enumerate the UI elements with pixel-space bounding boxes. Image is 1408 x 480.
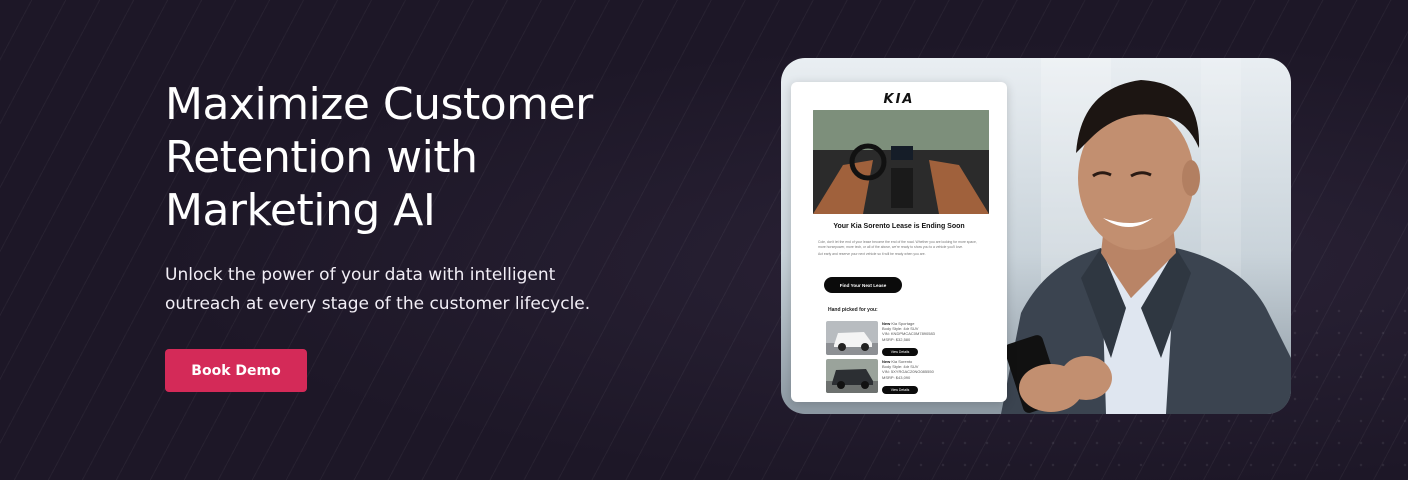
vehicle-info: New Kia Sorento Body Style: 4dr SUV VIN:… (882, 359, 934, 380)
view-details-button[interactable]: View Details (882, 386, 918, 394)
email-body-paragraph: Cole, don't let the end of your lease be… (818, 240, 977, 249)
book-demo-button[interactable]: Book Demo (165, 349, 307, 392)
hero-subtitle: Unlock the power of your data with intel… (165, 265, 591, 314)
hero-text-block: Maximize Customer Retention with Marketi… (165, 78, 645, 319)
vehicle-item: New Kia Sportage Body Style: 4dr SUV VIN… (826, 321, 996, 357)
vehicle-msrp: MSRP: $32,580 (882, 336, 911, 342)
find-next-lease-button[interactable]: Find Your Next Lease (824, 277, 902, 293)
hero-section: Maximize Customer Retention with Marketi… (0, 0, 1408, 480)
email-body-paragraph: Act early and reserve your next vehicle … (818, 252, 926, 256)
vehicle-info: New Kia Sportage Body Style: 4dr SUV VIN… (882, 321, 935, 342)
vehicle-thumbnail (826, 321, 878, 355)
hero-title: Maximize Customer Retention with Marketi… (165, 79, 593, 236)
vehicle-vin: VIN: KNDPMCAC0M7890583 (882, 331, 935, 337)
vehicle-thumbnail (826, 359, 878, 393)
car-interior-photo (813, 110, 989, 214)
vehicle-item: New Kia Sorento Body Style: 4dr SUV VIN:… (826, 359, 996, 395)
hand-picked-heading: Hand picked for you: (828, 307, 878, 313)
vehicle-vin: VIN: 5XYRGAC20NG085550 (882, 369, 934, 375)
vehicle-msrp: MSRP: $43,090 (882, 374, 911, 380)
email-preview-card: KIA Your Kia Sorento Lease is Ending Soo… (791, 82, 1007, 402)
kia-logo: KIA (883, 92, 915, 107)
hero-image: KIA Your Kia Sorento Lease is Ending Soo… (781, 58, 1291, 414)
email-heading: Your Kia Sorento Lease is Ending Soon (833, 223, 965, 230)
view-details-button[interactable]: View Details (882, 348, 918, 356)
email-body: Cole, don't let the end of your lease be… (818, 240, 984, 257)
